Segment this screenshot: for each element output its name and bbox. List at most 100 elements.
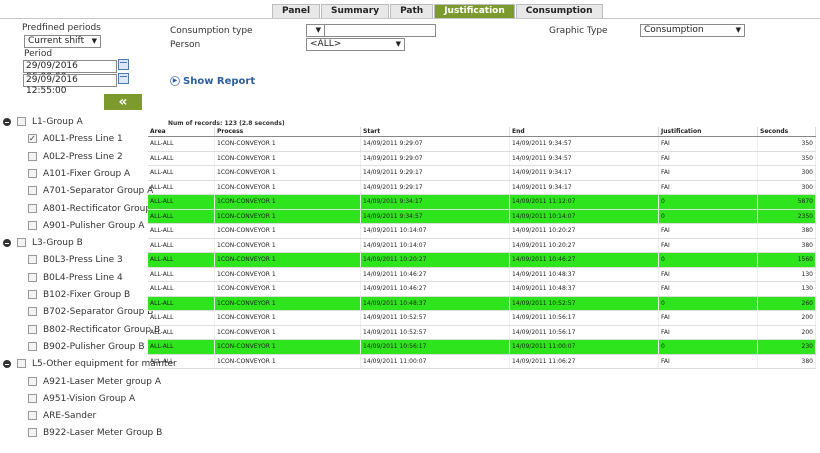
tree-checkbox[interactable] bbox=[17, 117, 26, 126]
tree-checkbox[interactable] bbox=[28, 131, 37, 147]
table-cell: 300 bbox=[757, 165, 816, 181]
table-cell: FAI bbox=[658, 325, 758, 340]
tree-label: B702-Separator Group B bbox=[43, 307, 154, 318]
justification-table: Area Process Start End Justification Sec… bbox=[148, 127, 816, 369]
table-row[interactable]: ALL-ALL 1CON-CONVEYOR 1 14/09/2011 10:52:5… bbox=[148, 325, 816, 340]
period-start-input[interactable]: 29/09/2016 06:00:00 bbox=[23, 60, 117, 82]
collapse-node-icon[interactable] bbox=[3, 359, 11, 368]
table-row[interactable]: ALL-ALL 1CON-CONVEYOR 1 14/09/2011 10:14:0… bbox=[148, 238, 816, 253]
tree-item[interactable]: A801-Rectificator Group A bbox=[28, 201, 160, 217]
tree-checkbox[interactable] bbox=[28, 272, 37, 282]
calendar-icon[interactable] bbox=[118, 59, 129, 70]
tree-checkbox[interactable] bbox=[28, 290, 37, 299]
tree-checkbox[interactable] bbox=[28, 220, 37, 230]
table-cell: ALL-ALL bbox=[148, 165, 215, 181]
tree-item[interactable]: A0L2-Press Line 2 bbox=[28, 149, 123, 165]
table-row[interactable]: ALL-ALL 1CON-CONVEYOR 1 14/09/2011 10:52:5… bbox=[148, 310, 816, 326]
table-cell: 14/09/2011 10:20:27 bbox=[509, 238, 659, 253]
table-row[interactable]: ALL-ALL 1CON-CONVEYOR 1 14/09/2011 9:29:07… bbox=[148, 151, 816, 166]
chevron-down-icon: ▼ bbox=[91, 37, 97, 45]
collapse-node-icon[interactable] bbox=[3, 238, 11, 247]
tree-item[interactable]: A0L1-Press Line 1 bbox=[28, 131, 123, 147]
collapse-panel-button[interactable]: « bbox=[104, 94, 142, 110]
tab-panel[interactable]: Panel bbox=[272, 4, 321, 18]
tree-item[interactable]: A951-Vision Group A bbox=[28, 391, 135, 407]
tree-checkbox[interactable] bbox=[28, 255, 37, 265]
tree-checkbox[interactable] bbox=[28, 428, 37, 438]
tab-path[interactable]: Path bbox=[390, 4, 434, 18]
predefined-periods-select[interactable]: Current shift ▼ bbox=[24, 35, 101, 48]
table-cell: 1CON-CONVEYOR 1 bbox=[214, 267, 361, 282]
tree-item[interactable]: B102-Fixer Group B bbox=[28, 287, 130, 303]
tree-checkbox[interactable] bbox=[28, 324, 37, 334]
table-cell: 14/09/2011 9:34:57 bbox=[509, 151, 659, 166]
table-cell: 14/09/2011 10:14:07 bbox=[360, 223, 510, 239]
tree-item[interactable]: B702-Separator Group B bbox=[28, 304, 153, 320]
table-row[interactable]: ALL-ALL 1CON-CONVEYOR 1 14/09/2011 11:00:0… bbox=[148, 354, 816, 369]
tree-checkbox[interactable] bbox=[17, 359, 26, 369]
tree-item[interactable]: B902-Pulisher Group B bbox=[28, 339, 145, 355]
table-cell: 1CON-CONVEYOR 1 bbox=[214, 180, 361, 195]
tree-item[interactable]: B802-Rectificator Group B bbox=[28, 322, 160, 338]
table-row[interactable]: ALL-ALL 1CON-CONVEYOR 1 14/09/2011 9:29:17… bbox=[148, 180, 816, 195]
tree-checkbox[interactable] bbox=[28, 203, 37, 213]
collapse-node-icon[interactable] bbox=[3, 117, 11, 126]
predefined-periods-value: Current shift bbox=[28, 36, 85, 46]
tree-item[interactable]: B0L4-Press Line 4 bbox=[28, 270, 123, 286]
tree-item[interactable]: A701-Separator Group A bbox=[28, 183, 153, 199]
table-row[interactable]: ALL-ALL 1CON-CONVEYOR 1 14/09/2011 10:48:3… bbox=[148, 296, 816, 311]
tree-checkbox[interactable] bbox=[28, 168, 37, 178]
calendar-icon[interactable] bbox=[118, 73, 129, 84]
table-cell: 14/09/2011 10:14:07 bbox=[509, 209, 659, 224]
consumption-type-select[interactable]: ▼ bbox=[306, 24, 325, 37]
table-row[interactable]: ALL-ALL 1CON-CONVEYOR 1 14/09/2011 9:34:17… bbox=[148, 194, 816, 210]
tree-item[interactable]: B0L3-Press Line 3 bbox=[28, 252, 123, 268]
tree-item[interactable]: A921-Laser Meter group A bbox=[28, 374, 161, 390]
period-end-input[interactable]: 29/09/2016 12:55:00 bbox=[23, 74, 117, 96]
tree-checkbox[interactable] bbox=[28, 151, 37, 161]
tree-checkbox[interactable] bbox=[28, 376, 37, 386]
tree-checkbox[interactable] bbox=[28, 393, 37, 403]
tree-item[interactable]: A901-Pulisher Group A bbox=[28, 218, 144, 234]
tree-label: B922-Laser Meter Group B bbox=[43, 428, 163, 439]
tree-item[interactable]: A101-Fixer Group A bbox=[28, 166, 130, 182]
table-cell: 1CON-CONVEYOR 1 bbox=[214, 325, 361, 340]
tab-justification[interactable]: Justification bbox=[434, 4, 515, 18]
table-row[interactable]: ALL-ALL 1CON-CONVEYOR 1 14/09/2011 10:14:0… bbox=[148, 223, 816, 239]
tree-checkbox[interactable] bbox=[28, 307, 37, 317]
tab-summary[interactable]: Summary bbox=[321, 4, 390, 18]
tree-label: A801-Rectificator Group A bbox=[43, 203, 161, 214]
tree-checkbox[interactable] bbox=[28, 341, 37, 351]
table-row[interactable]: ALL-ALL 1CON-CONVEYOR 1 14/09/2011 9:34:57… bbox=[148, 209, 816, 224]
tree-checkbox[interactable] bbox=[28, 411, 37, 421]
tree-checkbox[interactable] bbox=[17, 238, 26, 248]
table-row[interactable]: ALL-ALL 1CON-CONVEYOR 1 14/09/2011 10:46:2… bbox=[148, 267, 816, 282]
table-row[interactable]: ALL-ALL 1CON-CONVEYOR 1 14/09/2011 10:56:1… bbox=[148, 339, 816, 355]
table-row[interactable]: ALL-ALL 1CON-CONVEYOR 1 14/09/2011 9:29:07… bbox=[148, 136, 816, 152]
table-cell: 1CON-CONVEYOR 1 bbox=[214, 165, 361, 181]
table-cell: ALL-ALL bbox=[148, 354, 215, 369]
table-cell: 14/09/2011 10:48:37 bbox=[360, 296, 510, 311]
tab-consumption[interactable]: Consumption bbox=[515, 4, 603, 18]
table-cell: 1CON-CONVEYOR 1 bbox=[214, 281, 361, 297]
table-cell: 0 bbox=[658, 296, 758, 311]
table-cell: FAI bbox=[658, 180, 758, 195]
tree-item[interactable]: ARE-Sander bbox=[28, 408, 96, 424]
tree-group[interactable]: L3-Group B bbox=[3, 235, 83, 251]
table-cell: 1CON-CONVEYOR 1 bbox=[214, 151, 361, 166]
show-report-link[interactable]: ▶ Show Report bbox=[170, 76, 255, 87]
consumption-type-input[interactable] bbox=[324, 24, 436, 37]
tree-checkbox[interactable] bbox=[28, 186, 37, 196]
graphic-type-select[interactable]: Consumption ▼ bbox=[640, 24, 745, 37]
table-cell: 380 bbox=[757, 238, 816, 253]
table-row[interactable]: ALL-ALL 1CON-CONVEYOR 1 14/09/2011 10:20:2… bbox=[148, 252, 816, 268]
table-cell: 5870 bbox=[757, 194, 816, 210]
table-row[interactable]: ALL-ALL 1CON-CONVEYOR 1 14/09/2011 10:46:2… bbox=[148, 281, 816, 297]
table-row[interactable]: ALL-ALL 1CON-CONVEYOR 1 14/09/2011 9:29:17… bbox=[148, 165, 816, 181]
tree-label: A921-Laser Meter group A bbox=[43, 376, 161, 387]
table-cell: ALL-ALL bbox=[148, 339, 215, 355]
table-cell: ALL-ALL bbox=[148, 310, 215, 326]
tree-group[interactable]: L1-Group A bbox=[3, 114, 83, 130]
person-select[interactable]: <ALL> ▼ bbox=[306, 38, 405, 51]
tree-item[interactable]: B922-Laser Meter Group B bbox=[28, 425, 162, 441]
